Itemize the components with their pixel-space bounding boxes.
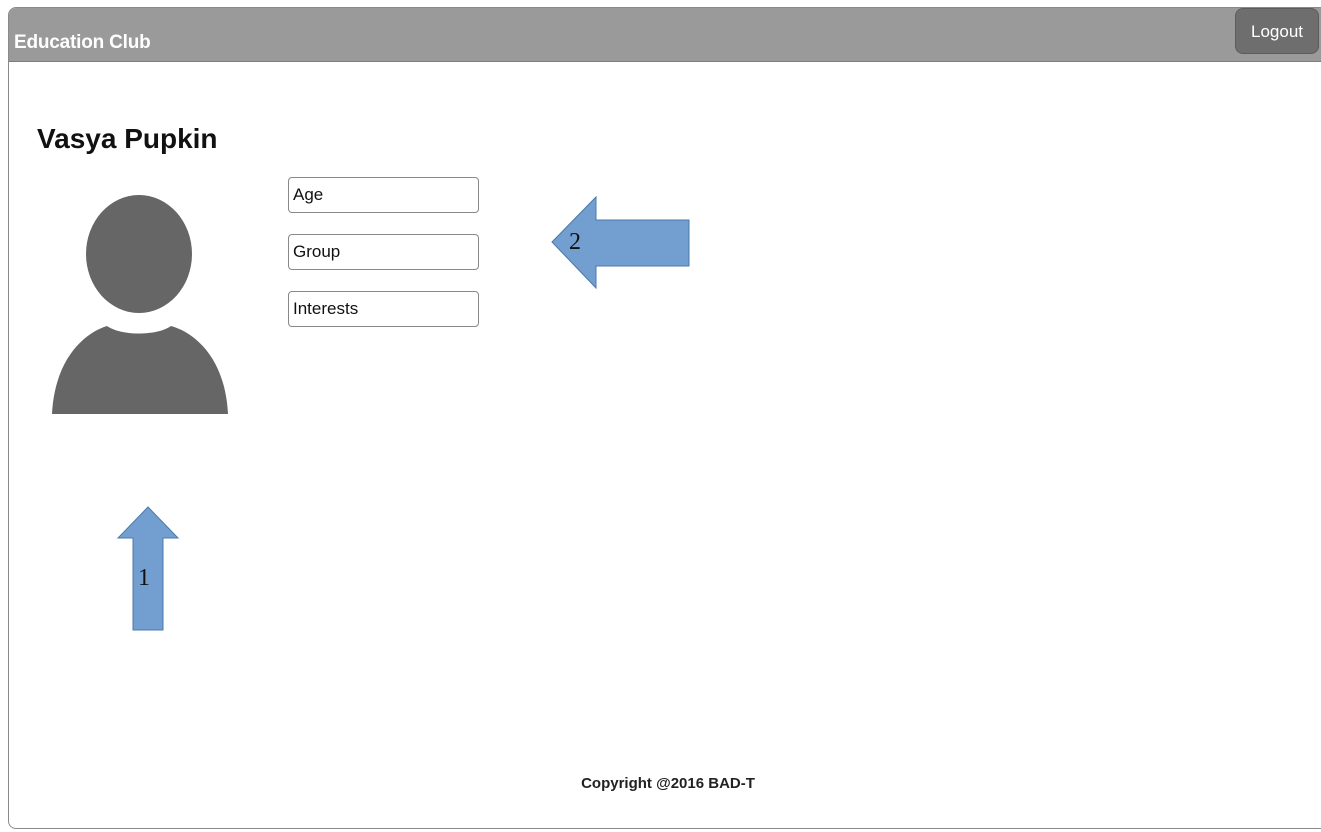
footer-copyright: Copyright @2016 BAD-T [581, 775, 755, 792]
avatar-icon [52, 195, 228, 414]
group-field[interactable] [288, 234, 479, 270]
app-title: Education Club [14, 32, 151, 53]
browser-frame: Education Club Logout Vasya Pupkin 1 2 C… [8, 7, 1321, 829]
annotation-label-1: 1 [138, 565, 150, 591]
avatar-body [52, 326, 228, 414]
avatar-head [86, 195, 192, 313]
profile-name: Vasya Pupkin [37, 123, 218, 154]
app-header: Education Club Logout [9, 8, 1321, 62]
interests-field[interactable] [288, 291, 479, 327]
annotation-label-2: 2 [569, 229, 581, 255]
age-field[interactable] [288, 177, 479, 213]
logout-button[interactable]: Logout [1235, 8, 1319, 54]
